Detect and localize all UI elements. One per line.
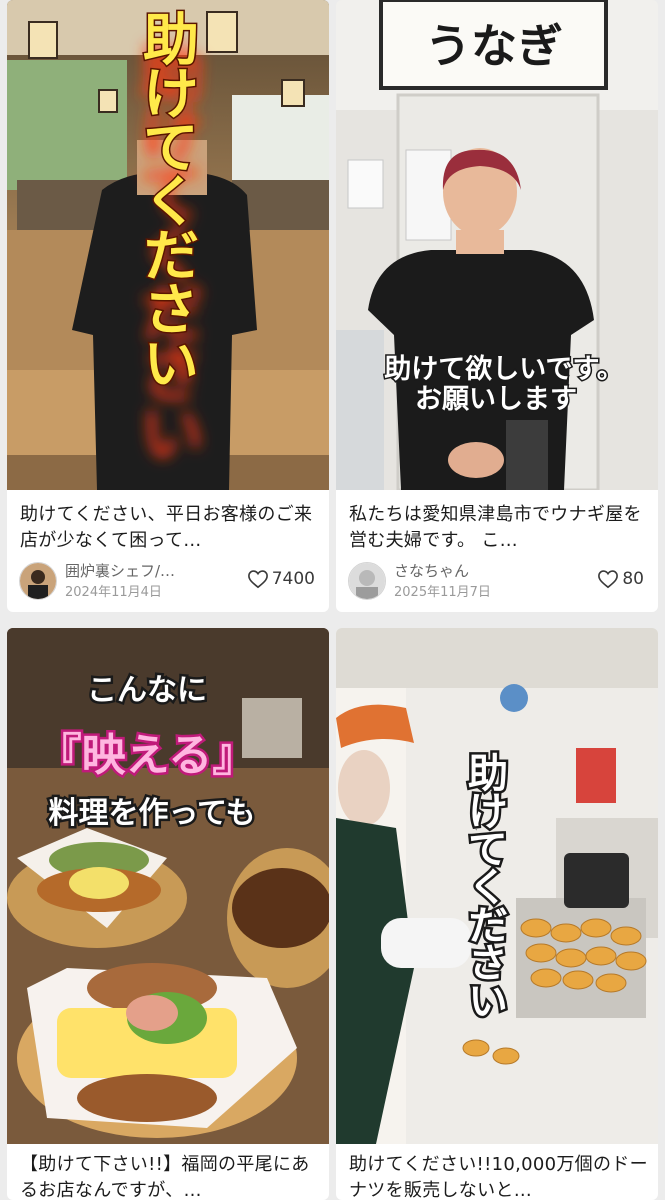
heart-outline-icon [598,570,619,589]
video-card[interactable]: うなぎ 助けて欲しいです。 お願いします 私たちは愛知県津島市でウナギ屋を営む夫… [336,0,658,612]
video-title[interactable]: 助けてください、平日お客様のご来店が少なくて困って… [20,502,319,554]
like-button[interactable]: 7400 [247,568,315,590]
post-date: 2024年11月4日 [65,585,162,600]
sign-text: うなぎ [425,19,563,73]
video-card[interactable]: 助けてください 助けてください!!10,000万個のドーナツを販売しないと… [336,628,658,1200]
restaurant-interior-image: 助けてください 助けてください [7,0,329,490]
overlay-caption: 助けてください [462,752,508,1018]
overlay-caption-line1: こんなに [87,674,207,707]
overlay-caption: 助けてください [136,10,199,388]
video-title[interactable]: 【助けて下さい!!】福岡の平尾にあるお店なんですが、… [20,1152,319,1200]
video-grid: 助けてください 助けてください 助けてください、平日お客様のご来店が少なくて困っ… [0,0,665,1200]
overlay-caption-line2: お願いします [415,384,577,414]
heart-outline-icon [247,570,268,589]
like-button[interactable]: 80 [597,568,644,590]
avatar[interactable] [348,562,386,600]
shop-owner-image: うなぎ 助けて欲しいです。 お願いします [336,0,658,490]
food-burger-image: こんなに 『映える』 料理を作っても [7,628,329,1144]
video-title[interactable]: 私たちは愛知県津島市でウナギ屋を営む夫婦です。 こ… [349,502,648,554]
video-card[interactable]: 助けてください 助けてください 助けてください、平日お客様のご来店が少なくて困っ… [7,0,329,612]
post-date: 2025年11月7日 [394,585,491,600]
video-thumbnail[interactable]: 助けてください 助けてください [7,0,329,490]
video-thumbnail[interactable]: こんなに 『映える』 料理を作っても [7,628,329,1144]
like-count: 80 [622,569,644,589]
avatar[interactable] [19,562,57,600]
like-count: 7400 [271,569,315,589]
video-title[interactable]: 助けてください!!10,000万個のドーナツを販売しないと… [349,1152,648,1200]
video-thumbnail[interactable]: 助けてください [336,628,658,1144]
video-meta: さなちゃん 2025年11月7日 80 [348,558,648,602]
author-name[interactable]: 囲炉裏シェフ/… [65,560,215,581]
overlay-caption-line1: 助けて欲しいです。 [384,354,624,384]
donut-shop-image: 助けてください [336,628,658,1144]
overlay-caption-line3: 料理を作っても [49,797,256,830]
video-meta: 囲炉裏シェフ/… 2024年11月4日 7400 [19,558,319,602]
video-thumbnail[interactable]: うなぎ 助けて欲しいです。 お願いします [336,0,658,490]
overlay-caption-line2: 『映える』 [38,731,257,780]
author-name[interactable]: さなちゃん [394,560,544,581]
video-card[interactable]: こんなに 『映える』 料理を作っても 【助けて下さい!!】福岡の平尾にあるお店な… [7,628,329,1200]
